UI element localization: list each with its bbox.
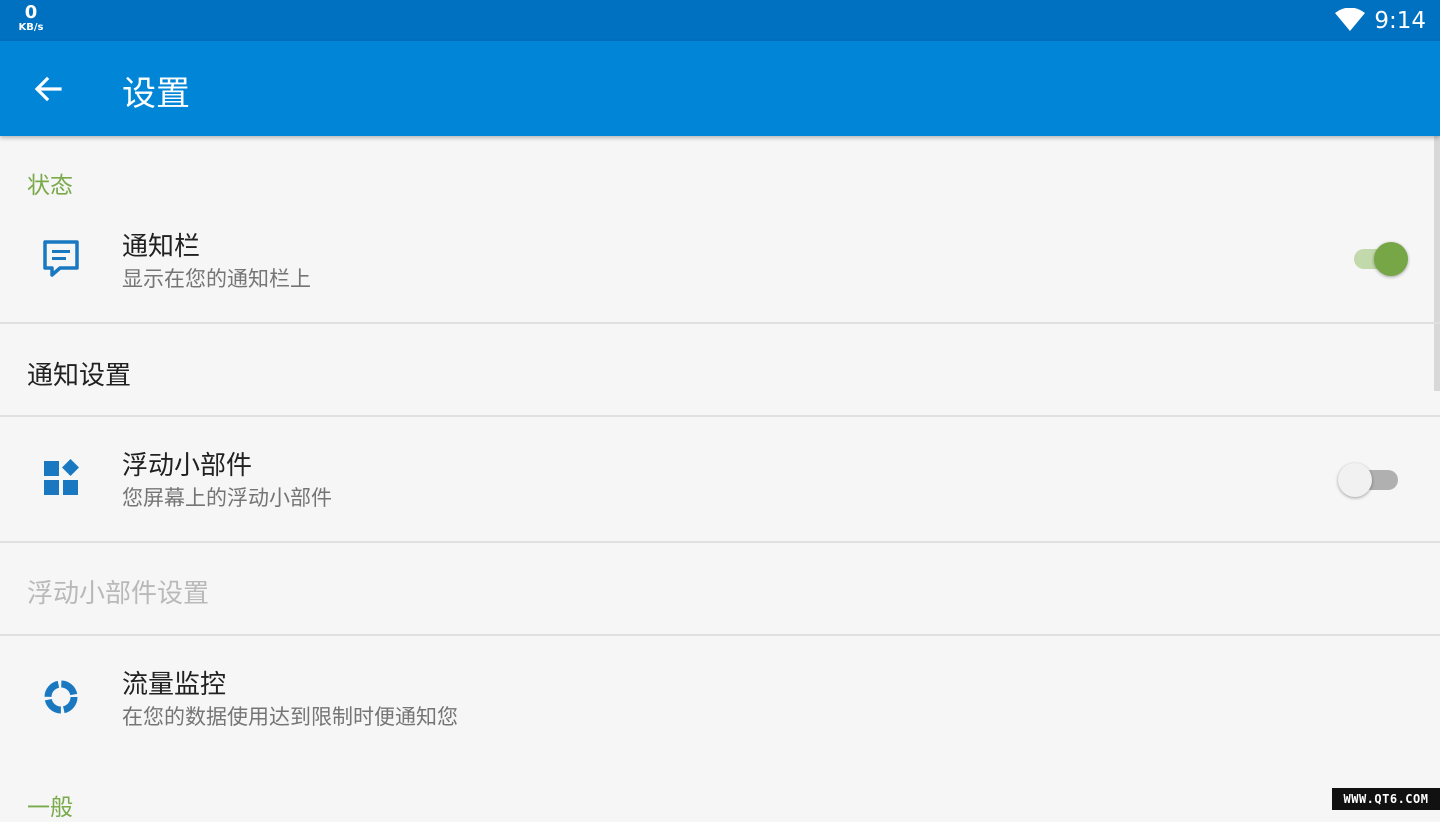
notification-bar-subtitle: 显示在您的通知栏上 — [122, 267, 311, 291]
divider — [0, 541, 1440, 543]
back-arrow-icon[interactable] — [32, 73, 64, 105]
notification-settings-item[interactable]: 通知设置 — [27, 355, 131, 392]
toggle-thumb — [1338, 463, 1372, 497]
app-bar: 设置 — [0, 41, 1440, 136]
floating-widget-toggle[interactable] — [1338, 459, 1398, 499]
divider — [0, 322, 1440, 324]
settings-list[interactable]: 状态 通知栏 显示在您的通知栏上 通知设置 浮动小部件 您屏幕上的浮动小部件 浮… — [0, 136, 1440, 821]
network-speed: 0 KB/s — [14, 4, 48, 33]
traffic-monitor-subtitle: 在您的数据使用达到限制时便通知您 — [122, 705, 458, 729]
notification-bar-title: 通知栏 — [122, 232, 201, 262]
section-header-status: 状态 — [27, 173, 73, 199]
notification-bar-item[interactable]: 通知栏 显示在您的通知栏上 — [0, 218, 1440, 322]
floating-widget-settings-item: 浮动小部件设置 — [27, 579, 210, 609]
section-header-general: 一般 — [27, 795, 73, 821]
floating-widget-title: 浮动小部件 — [122, 451, 253, 481]
wifi-icon — [1335, 8, 1365, 31]
notification-bar-toggle[interactable] — [1348, 238, 1408, 278]
traffic-monitor-item[interactable]: 流量监控 在您的数据使用达到限制时便通知您 — [0, 636, 1440, 760]
floating-widget-subtitle: 您屏幕上的浮动小部件 — [122, 486, 332, 510]
status-bar: 0 KB/s 9:14 — [0, 0, 1440, 41]
traffic-monitor-title: 流量监控 — [122, 670, 227, 700]
watermark: WWW.QT6.COM — [1332, 788, 1440, 810]
page-title: 设置 — [122, 74, 190, 114]
floating-widget-item[interactable]: 浮动小部件 您屏幕上的浮动小部件 — [0, 417, 1440, 541]
message-icon — [43, 240, 79, 277]
clock: 9:14 — [1374, 8, 1426, 34]
widgets-icon — [44, 459, 79, 495]
network-speed-value: 0 — [24, 2, 38, 23]
toggle-thumb — [1374, 242, 1408, 276]
data-usage-icon — [44, 680, 78, 714]
network-speed-unit: KB/s — [18, 22, 44, 33]
